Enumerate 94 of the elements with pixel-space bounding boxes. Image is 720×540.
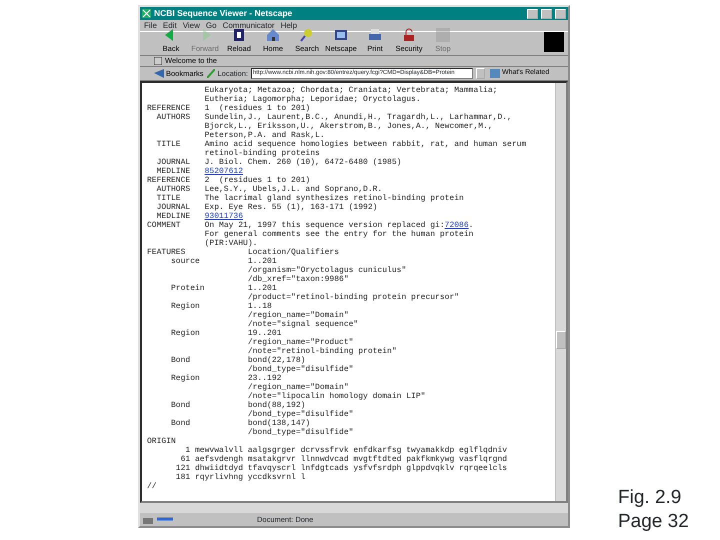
field-value: bond(88,192) (248, 401, 306, 410)
menu-item[interactable]: File (144, 20, 157, 32)
field-value: J. Biol. Chem. 260 (10), 6472-6480 (1985) (204, 158, 402, 167)
field-value: 23..192 (248, 374, 282, 383)
page-icon (154, 57, 162, 65)
menu-item[interactable]: Help (280, 20, 298, 32)
field-label: ORIGIN (147, 437, 177, 446)
home-icon (265, 26, 281, 43)
search-icon (299, 26, 315, 43)
close-button[interactable] (555, 8, 566, 18)
maximize-button[interactable] (541, 8, 552, 18)
caption-text: Page 32 (618, 510, 690, 534)
field-value: 2 (residues 1 to 201) (204, 176, 310, 185)
scroll-thumb[interactable] (556, 331, 566, 349)
field-value: retinol-binding proteins (204, 149, 320, 158)
field-value: 1..201 (248, 257, 277, 266)
field-label: TITLE (156, 140, 182, 149)
field-value: . (468, 221, 474, 230)
field-value: 1 (residues 1 to 201) (204, 104, 310, 113)
sequence-text: dhwiidtdyd tfavqyscrl lnfdgtcads ysfvfsrdph glppdvqklv rqrqeelcls (195, 464, 508, 473)
field-value: Amino acid sequence homologies between rabbit, rat, and human serum (204, 140, 526, 149)
medline-link[interactable]: 85207612 (204, 167, 243, 176)
dropdown-button[interactable] (476, 68, 485, 79)
field-label: JOURNAL (156, 203, 192, 212)
menu-item[interactable]: Communicator (222, 20, 275, 32)
field-value: bond(138,147) (248, 419, 310, 428)
sequence-text: aefsvdengh msatakgrvr llnnwdvcad mvgtftdted pakfkmkywg vasflqrgnd (195, 455, 508, 464)
vertical-scrollbar[interactable] (555, 83, 566, 501)
field-value: Peterson,P.A. and Rask,L. (204, 131, 325, 140)
field-value: /product="retinol-binding protein precursor" (248, 293, 460, 302)
sequence-text: rqyrlivhng yccdksvrnl l (195, 473, 306, 482)
field-value: /region_name="Domain" (248, 383, 349, 392)
field-label: MEDLINE (156, 212, 192, 221)
field-value: Sundelin,J., Laurent,B.C., Anundi,H., Tragardh,L., Larhammar,D., (204, 113, 512, 122)
window-title: NCBI Sequence Viewer - Netscape (154, 7, 292, 20)
record-end: // (147, 482, 157, 491)
field-label: FEATURES (147, 248, 186, 257)
field-value: bond(22,178) (248, 356, 306, 365)
field-value: The lacrimal gland synthesizes retinol-binding protein (204, 194, 464, 203)
field-value: /note="lipocalin homology domain LIP" (248, 392, 426, 401)
field-label: Bond (171, 401, 192, 410)
security-icon (401, 26, 417, 43)
field-label: TITLE (156, 194, 182, 203)
caption-text: Fig. 2.9 (618, 486, 682, 510)
field-label: Bond (171, 356, 192, 365)
menu-item[interactable]: Edit (162, 20, 177, 32)
field-label: JOURNAL (156, 158, 192, 167)
minimize-button[interactable] (527, 8, 538, 18)
field-value: Eukaryota; Metazoa; Chordata; Craniata; Vertebrata; Mammalia; (204, 86, 498, 95)
field-value: (PIR:VAHU). (204, 239, 258, 248)
field-value: /organism="Oryctolagus cuniculus" (248, 266, 406, 275)
field-value: /db_xref="taxon:9986" (248, 275, 349, 284)
field-value: /note="retinol-binding protein" (248, 347, 397, 356)
field-label: Bond (171, 419, 192, 428)
menu-item[interactable]: Go (206, 20, 217, 32)
bookmark-icon (154, 69, 164, 78)
sequence-index: 181 (174, 473, 190, 482)
field-value: 1..201 (248, 284, 277, 293)
field-label: Region (171, 374, 201, 383)
sequence-index: 61 (180, 455, 190, 464)
field-label: AUTHORS (156, 185, 192, 194)
field-label: AUTHORS (156, 113, 192, 122)
field-value: /note="signal sequence" (248, 320, 358, 329)
field-value: Lee,S.Y., Ubels,J.L. and Soprano,D.R. (204, 185, 382, 194)
menu-item[interactable]: View (182, 20, 200, 32)
field-label: Region (171, 302, 201, 311)
field-label: source (171, 257, 201, 266)
field-value: /bond_type="disulfide" (248, 365, 354, 374)
field-value: /region_name="Domain" (248, 311, 349, 320)
sequence-index: 1 (184, 446, 190, 455)
field-value: For general comments see the entry for the human protein (204, 230, 474, 239)
field-value: 1..18 (248, 302, 272, 311)
app-icon (142, 9, 151, 18)
field-value: 19..201 (248, 329, 282, 338)
field-value: On May 21, 1997 this sequence version replaced gi: (204, 221, 445, 230)
field-value: Exp. Eye Res. 55 (1), 163-171 (1992) (204, 203, 378, 212)
field-label: Region (171, 329, 201, 338)
sequence-index: 121 (174, 464, 190, 473)
field-value: Location/Qualifiers (248, 248, 340, 257)
gi-link[interactable]: 72086 (444, 221, 469, 230)
field-value: /bond_type="disulfide" (248, 428, 354, 437)
sequence-text: mewvwalvll aalgsgrger dcrvssfrvk enfdkarfsg twyamakkdp eglflqdniv (195, 446, 508, 455)
field-value: Eutheria; Lagomorpha; Leporidae; Oryctolagus. (204, 95, 421, 104)
field-label: MEDLINE (156, 167, 192, 176)
field-label: REFERENCE (147, 176, 192, 185)
field-label: REFERENCE (147, 104, 192, 113)
field-label: Protein (171, 284, 206, 293)
field-value: Bjorck,L., Eriksson,U., Akerstrom,B., Jones,A., Newcomer,M., (204, 122, 493, 131)
field-label: COMMENT (147, 221, 182, 230)
horizontal-scrollbar[interactable] (140, 503, 568, 513)
medline-link[interactable]: 93011736 (204, 212, 243, 221)
print-icon (367, 26, 383, 43)
field-value: /bond_type="disulfide" (248, 410, 354, 419)
field-value: /region_name="Product" (248, 338, 354, 347)
